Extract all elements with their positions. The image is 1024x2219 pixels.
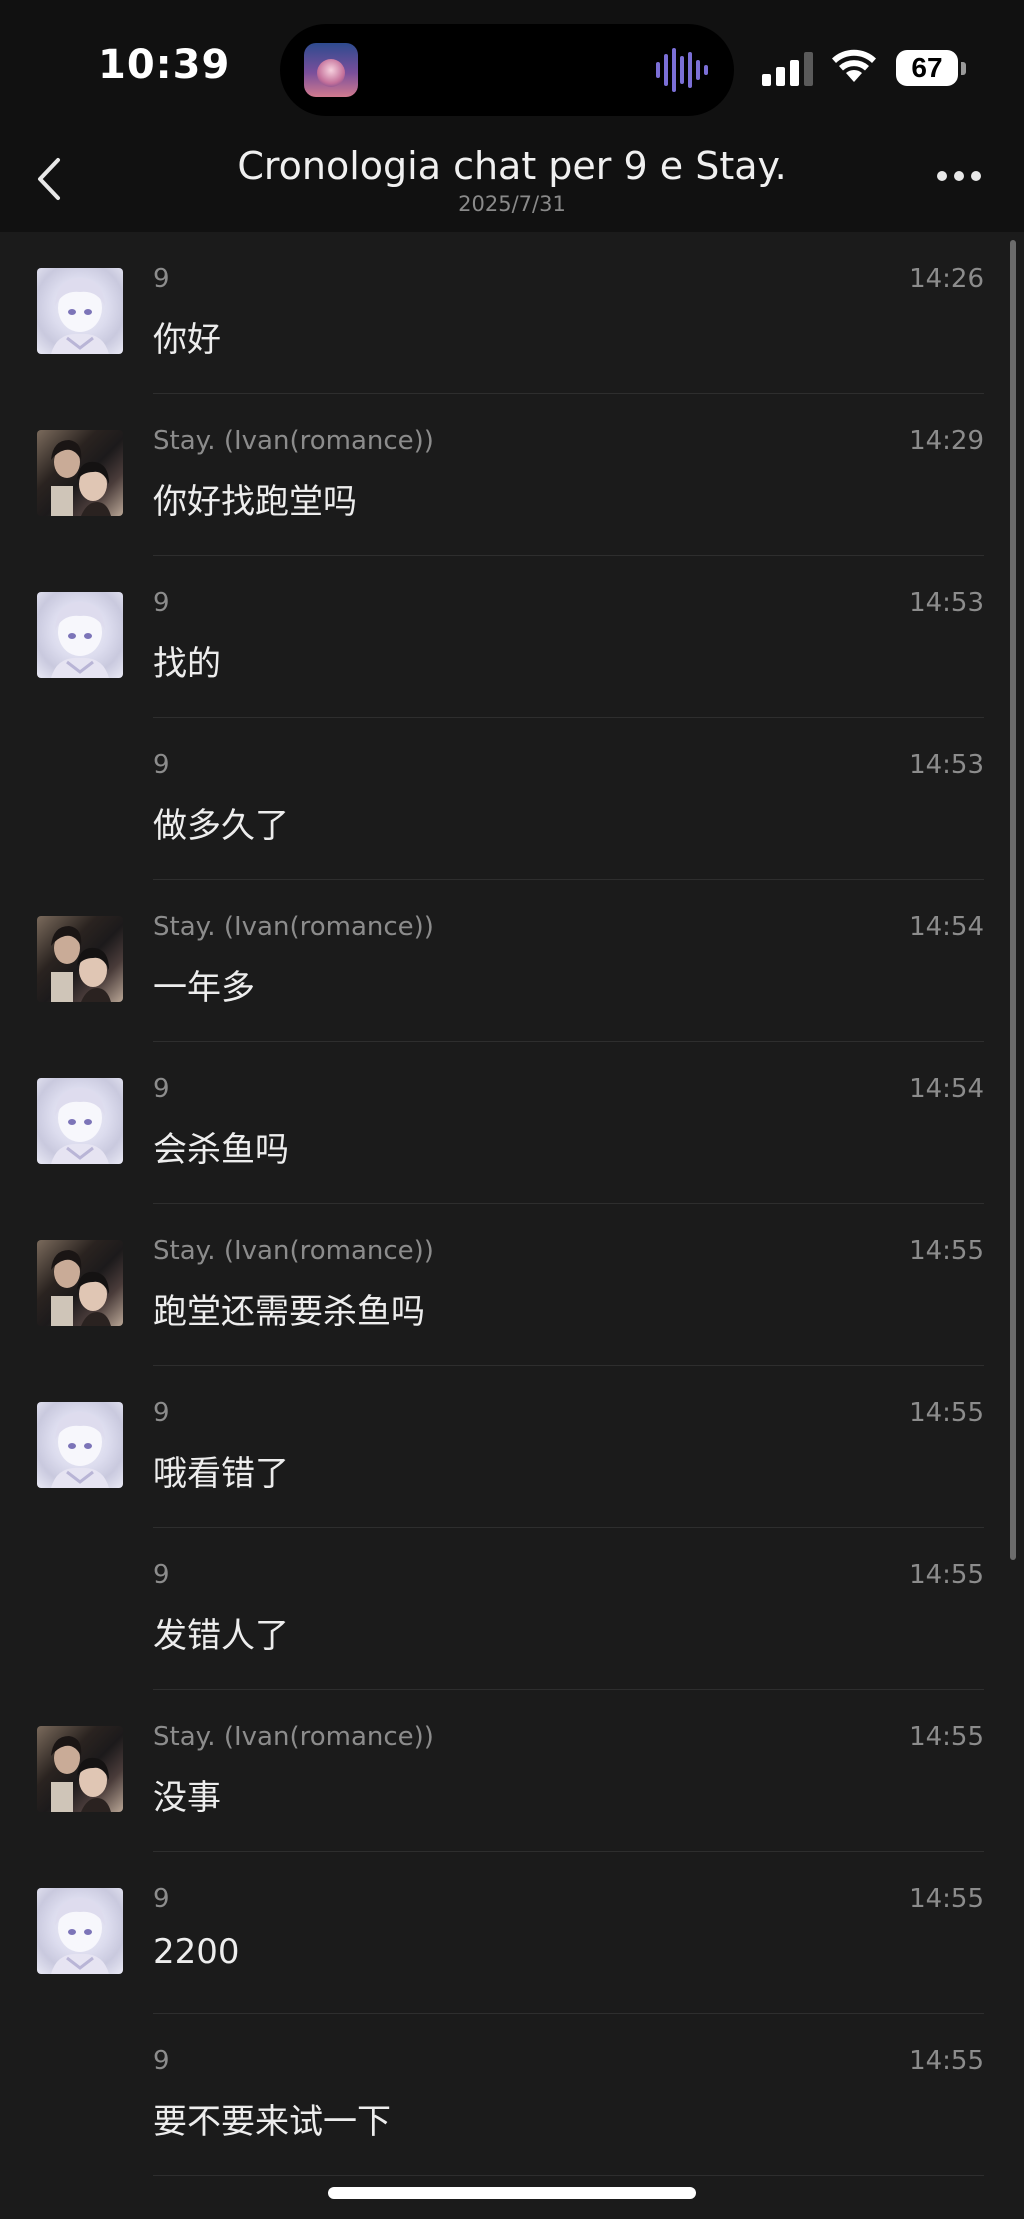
message-time: 14:55 xyxy=(909,1722,984,1752)
sender-name: Stay. (Ivan(romance)) xyxy=(153,1236,434,1266)
sender-name: Stay. (Ivan(romance)) xyxy=(153,426,434,456)
avatar[interactable] xyxy=(37,1726,123,1812)
chat-message[interactable]: Stay. (Ivan(romance)) 14:55 没事 xyxy=(0,1690,1024,1852)
page-subtitle-date: 2025/7/31 xyxy=(458,192,566,216)
message-time: 14:53 xyxy=(909,750,984,780)
message-time: 14:55 xyxy=(909,2046,984,2076)
message-text: 哦看错了 xyxy=(153,1454,289,1494)
chat-message[interactable]: 9 14:26 你好 xyxy=(0,232,1024,394)
message-time: 14:54 xyxy=(909,1074,984,1104)
battery-level: 67 xyxy=(911,52,943,83)
chat-message[interactable]: Stay. (Ivan(romance)) 14:54 一年多 xyxy=(0,880,1024,1042)
chat-message[interactable]: Stay. (Ivan(romance)) 14:55 跑堂还需要杀鱼吗 xyxy=(0,1204,1024,1366)
home-indicator[interactable] xyxy=(328,2187,696,2199)
avatar[interactable] xyxy=(37,268,123,354)
sender-name: 9 xyxy=(153,1884,170,1914)
sender-name: 9 xyxy=(153,750,170,780)
chat-message[interactable]: 9 14:53 做多久了 xyxy=(0,718,1024,880)
chat-message[interactable]: 9 14:55 哦看错了 xyxy=(0,1366,1024,1528)
sender-name: 9 xyxy=(153,1074,170,1104)
avatar[interactable] xyxy=(37,1240,123,1326)
clock: 10:39 xyxy=(98,42,231,88)
message-text: 你好 xyxy=(153,320,221,360)
avatar[interactable] xyxy=(37,1888,123,1974)
sender-name: 9 xyxy=(153,2046,170,2076)
message-time: 14:55 xyxy=(909,1884,984,1914)
message-text: 做多久了 xyxy=(153,806,289,846)
chat-message[interactable]: 9 14:55 要不要来试一下 xyxy=(0,2014,1024,2176)
chat-message[interactable]: 9 14:53 找的 xyxy=(0,556,1024,718)
avatar[interactable] xyxy=(37,1402,123,1488)
sender-name: 9 xyxy=(153,1560,170,1590)
sender-name: 9 xyxy=(153,1398,170,1428)
sender-name: Stay. (Ivan(romance)) xyxy=(153,912,434,942)
message-text: 一年多 xyxy=(153,968,255,1008)
status-bar: 10:39 67 xyxy=(0,0,1024,130)
dynamic-island[interactable] xyxy=(280,24,734,116)
message-time: 14:53 xyxy=(909,588,984,618)
message-time: 14:55 xyxy=(909,1560,984,1590)
wifi-icon xyxy=(832,49,876,82)
avatar[interactable] xyxy=(37,1078,123,1164)
message-text: 发错人了 xyxy=(153,1616,289,1656)
chat-message[interactable]: 9 14:55 2200 xyxy=(0,1852,1024,2014)
avatar[interactable] xyxy=(37,430,123,516)
chat-message[interactable]: 9 14:54 会杀鱼吗 xyxy=(0,1042,1024,1204)
navigation-bar: Cronologia chat per 9 e Stay. 2025/7/31 xyxy=(0,130,1024,232)
avatar[interactable] xyxy=(37,592,123,678)
message-time: 14:55 xyxy=(909,1398,984,1428)
sender-name: Stay. (Ivan(romance)) xyxy=(153,1722,434,1752)
message-text: 要不要来试一下 xyxy=(153,2102,391,2142)
sender-name: 9 xyxy=(153,264,170,294)
chat-message[interactable]: Stay. (Ivan(romance)) 14:29 你好找跑堂吗 xyxy=(0,394,1024,556)
message-text: 2200 xyxy=(153,1932,240,1972)
podcast-app-icon[interactable] xyxy=(304,43,358,97)
message-text: 会杀鱼吗 xyxy=(153,1130,289,1170)
message-time: 14:29 xyxy=(909,426,984,456)
battery-icon: 67 xyxy=(896,50,966,88)
message-time: 14:55 xyxy=(909,1236,984,1266)
scrollbar[interactable] xyxy=(1010,240,1016,1560)
cellular-signal-icon xyxy=(762,52,813,86)
message-text: 没事 xyxy=(153,1778,221,1818)
chat-history-list[interactable]: 9 14:26 你好 Stay. (Ivan(romance)) 14:29 你好找跑堂吗… xyxy=(0,232,1024,2176)
page-title: Cronologia chat per 9 e Stay. xyxy=(237,144,787,188)
more-options-icon[interactable] xyxy=(934,164,984,188)
message-time: 14:54 xyxy=(909,912,984,942)
message-text: 跑堂还需要杀鱼吗 xyxy=(153,1292,425,1332)
message-text: 找的 xyxy=(153,644,221,684)
audio-waveform-icon xyxy=(656,48,708,92)
divider xyxy=(153,2175,984,2176)
message-time: 14:26 xyxy=(909,264,984,294)
chat-message[interactable]: 9 14:55 发错人了 xyxy=(0,1528,1024,1690)
message-text: 你好找跑堂吗 xyxy=(153,482,357,522)
avatar[interactable] xyxy=(37,916,123,1002)
sender-name: 9 xyxy=(153,588,170,618)
